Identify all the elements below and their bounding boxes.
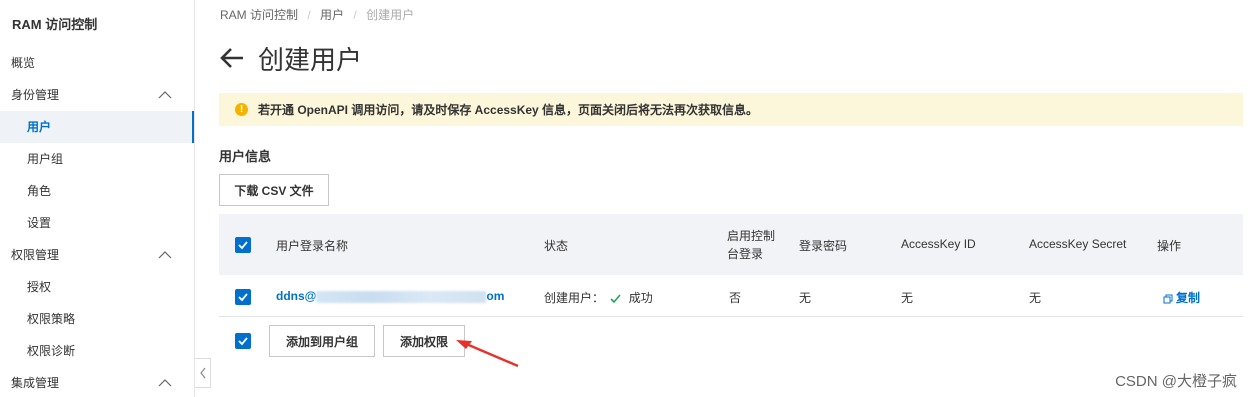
col-header-ak-secret: AccessKey Secret — [1029, 237, 1127, 251]
page-title: 创建用户 — [258, 45, 363, 75]
breadcrumb-separator: / — [307, 8, 311, 22]
breadcrumb: RAM 访问控制 / 用户 / 创建用户 — [220, 6, 420, 23]
select-all-checkbox[interactable] — [235, 237, 251, 253]
chevron-up-icon — [158, 251, 172, 259]
password-value: 无 — [799, 291, 812, 305]
col-header-password: 登录密码 — [799, 239, 848, 253]
chevron-up-icon — [158, 379, 172, 387]
sidebar-item-label: 设置 — [27, 216, 52, 230]
user-login-name-link[interactable]: ddns@ om — [276, 289, 504, 303]
check-icon — [238, 293, 248, 302]
check-icon — [238, 241, 248, 250]
ak-id-value: 无 — [901, 291, 914, 305]
status-value: 成功 — [628, 291, 653, 305]
col-header-actions: 操作 — [1157, 239, 1182, 253]
watermark: CSDN @大橙子疯 — [1115, 373, 1237, 390]
warning-icon: ! — [235, 103, 248, 116]
alert-text: 若开通 OpenAPI 调用访问，请及时保存 AccessKey 信息，页面关闭… — [258, 103, 759, 117]
chevron-left-icon — [199, 367, 205, 379]
footer-select-all-checkbox[interactable] — [235, 333, 251, 349]
console-login-value: 否 — [729, 291, 742, 305]
table-header: 用户登录名称 状态 启用控制台登录 登录密码 AccessKey ID Acce… — [219, 214, 1243, 275]
breadcrumb-item-ram[interactable]: RAM 访问控制 — [220, 8, 298, 22]
ak-secret-value: 无 — [1029, 291, 1042, 305]
sidebar-item-label: 授权 — [27, 280, 52, 294]
sidebar-item-label: 权限诊断 — [27, 344, 76, 358]
sidebar-item-label: 用户组 — [27, 152, 64, 166]
sidebar-item-policies[interactable]: 权限策略 — [0, 303, 194, 335]
add-to-group-button[interactable]: 添加到用户组 — [269, 325, 375, 357]
sidebar-item-overview[interactable]: 概览 — [0, 47, 194, 79]
copy-icon — [1163, 294, 1173, 304]
status-prefix: 创建用户： — [544, 291, 605, 305]
sidebar-item-label: 身份管理 — [11, 88, 60, 102]
sidebar-item-label: 用户 — [27, 120, 52, 134]
breadcrumb-item-users[interactable]: 用户 — [320, 8, 344, 22]
sidebar: RAM 访问控制 概览 身份管理 用户 用户组 角色 设置 权限管理 授权 权限… — [0, 0, 195, 397]
table-row: ddns@ om 创建用户： 成功 否 无 无 无 复制 — [219, 275, 1243, 317]
col-header-login-name: 用户登录名称 — [276, 239, 349, 253]
sidebar-group-integration[interactable]: 集成管理 — [0, 367, 194, 397]
sidebar-item-label: 权限管理 — [11, 248, 60, 262]
sidebar-group-identity[interactable]: 身份管理 — [0, 79, 194, 111]
login-name-suffix: om — [486, 289, 505, 303]
back-arrow-icon[interactable] — [219, 47, 245, 69]
annotation-arrow-icon — [456, 340, 519, 368]
sidebar-item-diagnostics[interactable]: 权限诊断 — [0, 335, 194, 367]
col-header-status: 状态 — [544, 239, 569, 253]
warning-alert: ! 若开通 OpenAPI 调用访问，请及时保存 AccessKey 信息，页面… — [219, 93, 1243, 126]
sidebar-item-label: 角色 — [27, 184, 52, 198]
sidebar-item-label: 权限策略 — [27, 312, 76, 326]
breadcrumb-separator: / — [353, 8, 357, 22]
row-checkbox[interactable] — [235, 289, 251, 305]
sidebar-item-users[interactable]: 用户 — [0, 111, 194, 143]
download-csv-button[interactable]: 下载 CSV 文件 — [219, 174, 329, 206]
sidebar-item-settings[interactable]: 设置 — [0, 207, 194, 239]
success-check-icon — [610, 294, 621, 304]
sidebar-item-user-groups[interactable]: 用户组 — [0, 143, 194, 175]
col-header-ak-id: AccessKey ID — [901, 237, 976, 251]
sidebar-item-grants[interactable]: 授权 — [0, 271, 194, 303]
sidebar-group-permissions[interactable]: 权限管理 — [0, 239, 194, 271]
sidebar-item-roles[interactable]: 角色 — [0, 175, 194, 207]
col-header-console-login: 启用控制台登录 — [727, 229, 776, 261]
sidebar-collapse-button[interactable] — [195, 358, 211, 388]
redacted-blur — [316, 290, 487, 303]
app-title: RAM 访问控制 — [12, 17, 98, 32]
login-name-prefix: ddns@ — [276, 289, 317, 303]
copy-label: 复制 — [1176, 291, 1201, 305]
chevron-up-icon — [158, 91, 172, 99]
sidebar-item-label: 集成管理 — [11, 376, 60, 390]
sidebar-item-label: 概览 — [11, 56, 36, 70]
section-title: 用户信息 — [219, 149, 272, 164]
breadcrumb-item-current: 创建用户 — [366, 8, 415, 22]
status-cell: 创建用户： 成功 — [544, 289, 653, 306]
copy-action[interactable]: 复制 — [1163, 289, 1200, 306]
check-icon — [238, 337, 248, 346]
